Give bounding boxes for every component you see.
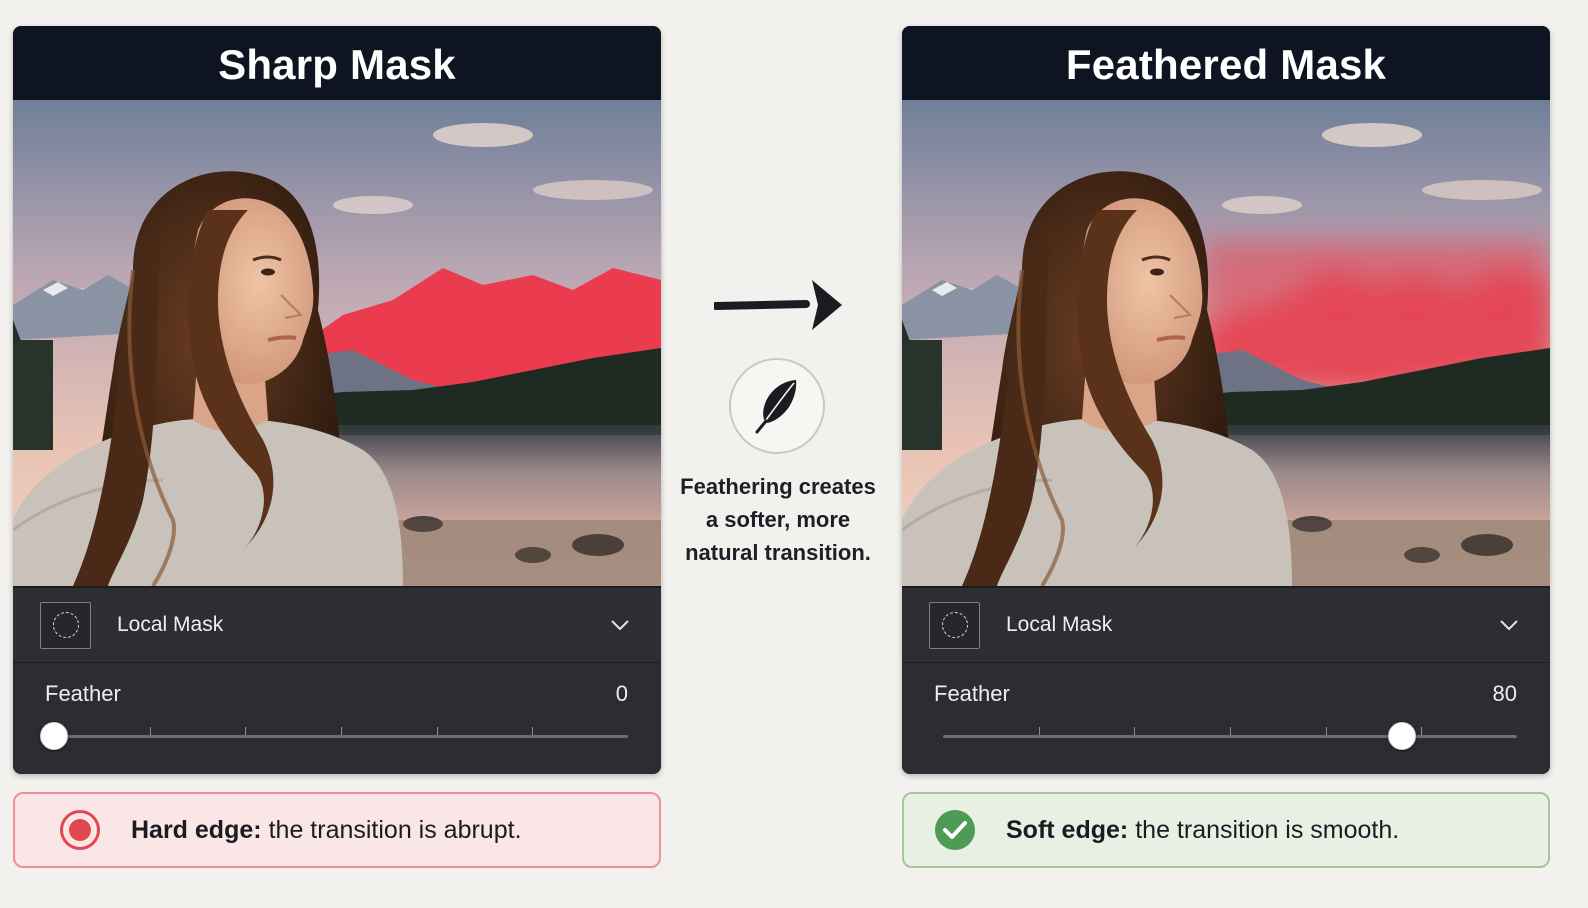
dashed-circle-icon: [40, 601, 91, 649]
slider-tick: [436, 727, 438, 735]
slider-track: [943, 735, 1517, 738]
slider-tick: [1038, 727, 1040, 735]
panel-title: Sharp Mask: [13, 26, 661, 100]
status-title: Soft edge:: [1006, 815, 1129, 844]
local-mask-dropdown[interactable]: Local Mask: [13, 588, 661, 663]
feather-slider[interactable]: [943, 722, 1517, 750]
slider-tick: [532, 727, 534, 735]
record-dot-icon: [59, 809, 101, 851]
slider-tick: [1134, 727, 1136, 735]
soft-edge-status: Soft edge: the transition is smooth.: [902, 792, 1550, 868]
arrow-right-icon: [712, 278, 846, 339]
chevron-down-icon[interactable]: [1498, 614, 1520, 636]
slider-track: [54, 735, 628, 738]
panel-title: Feathered Mask: [902, 26, 1550, 100]
status-text: the transition is smooth.: [1135, 815, 1400, 844]
mask-label: Local Mask: [117, 613, 224, 636]
status-text: the transition is abrupt.: [268, 815, 522, 844]
mask-label: Local Mask: [1006, 613, 1113, 636]
feathering-caption: Feathering creates a softer, more natura…: [680, 474, 876, 565]
feather-label: Feather: [45, 681, 121, 706]
feather-value: 0: [615, 681, 628, 706]
slider-thumb[interactable]: [1388, 722, 1417, 750]
local-mask-dropdown[interactable]: Local Mask: [902, 588, 1550, 663]
portrait-photo: [902, 100, 1550, 586]
slider-thumb[interactable]: [40, 722, 68, 750]
slider-tick: [1421, 727, 1423, 735]
feather-slider[interactable]: [40, 722, 628, 750]
chevron-down-icon[interactable]: [609, 614, 631, 636]
slider-tick: [245, 727, 247, 735]
slider-tick: [341, 727, 342, 735]
slider-tick: [1230, 727, 1231, 735]
portrait-photo: [13, 100, 661, 586]
dashed-circle-icon: [929, 601, 980, 649]
feather-icon: [729, 358, 825, 454]
check-circle-icon: [934, 809, 976, 851]
hard-edge-status: Hard edge: the transition is abrupt.: [13, 792, 661, 868]
feather-label: Feather: [934, 681, 1010, 706]
slider-tick: [1325, 727, 1327, 735]
mask-controls: Local Mask Feather 0: [13, 586, 661, 774]
mask-controls: Local Mask Feather 80: [902, 586, 1550, 774]
feather-control: Feather 0: [13, 663, 661, 773]
feather-value: 80: [1492, 681, 1517, 706]
slider-tick: [149, 727, 151, 735]
sharp-mask-panel: Sharp Mask Local Mask Feather 0: [13, 26, 661, 774]
feather-control: Feather 80: [902, 663, 1550, 773]
status-title: Hard edge:: [131, 815, 262, 844]
feathered-mask-panel: Feathered Mask Local Mask Feather 80: [902, 26, 1550, 774]
